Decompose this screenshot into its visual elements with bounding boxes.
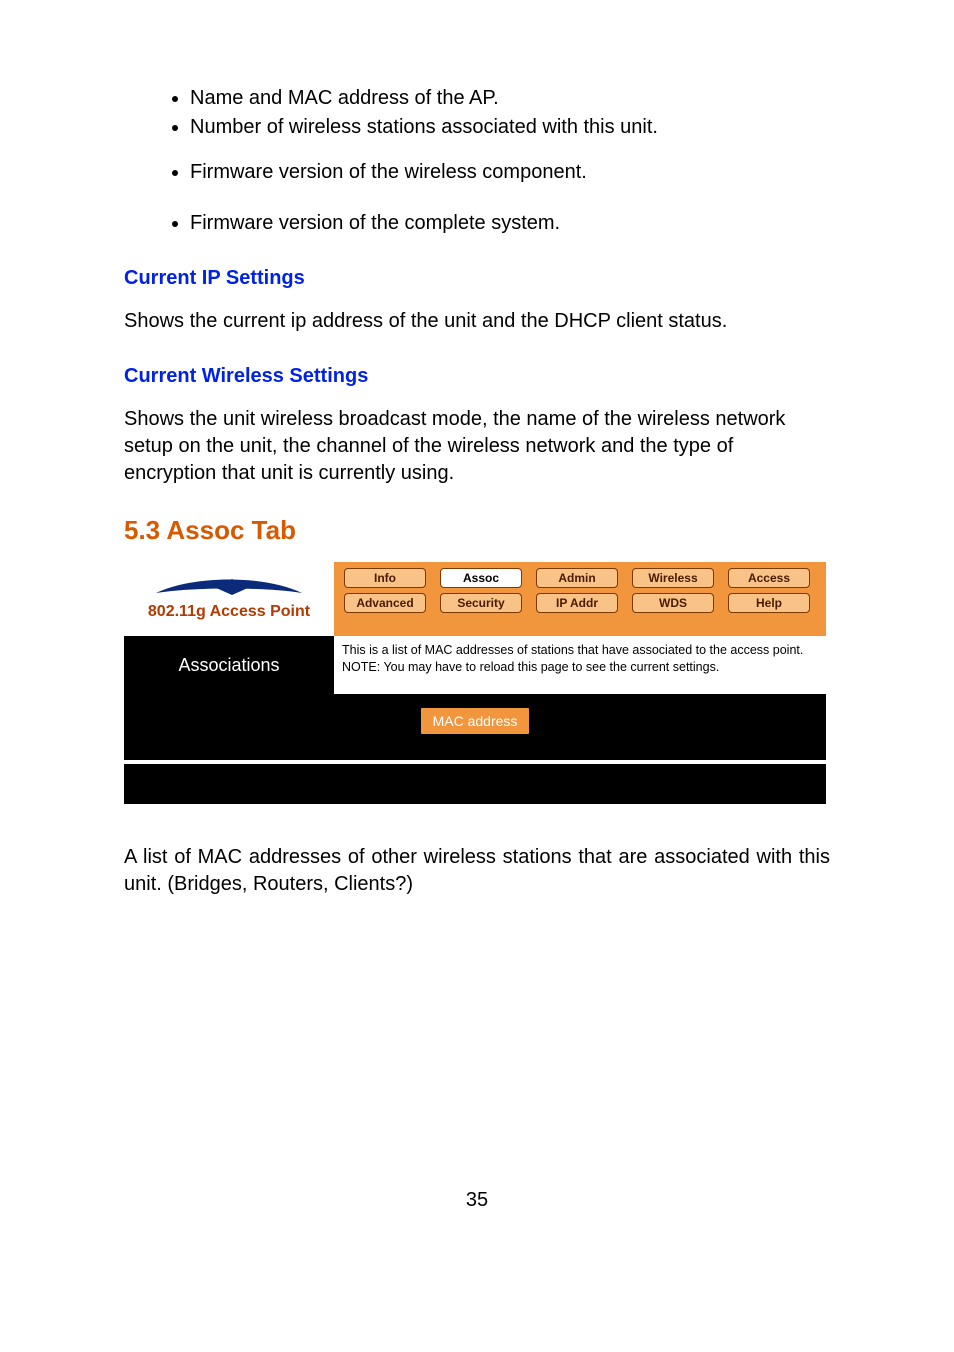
- bullet-item: Firmware version of the wireless compone…: [190, 159, 830, 186]
- paragraph-below-figure: A list of MAC addresses of other wireles…: [124, 844, 830, 898]
- bullet-item: Name and MAC address of the AP.: [190, 85, 830, 112]
- bullet-item: Number of wireless stations associated w…: [190, 114, 830, 141]
- router-gap: [124, 748, 826, 760]
- tab-access[interactable]: Access: [728, 568, 810, 588]
- heading-current-wireless: Current Wireless Settings: [124, 365, 830, 388]
- mac-address-header: MAC address: [421, 708, 530, 734]
- tab-row-2: Advanced Security IP Addr WDS Help: [344, 593, 816, 613]
- bullet-list-1: Name and MAC address of the AP. Number o…: [124, 85, 830, 141]
- tab-info[interactable]: Info: [344, 568, 426, 588]
- tab-ipaddr[interactable]: IP Addr: [536, 593, 618, 613]
- router-tabs-area: Info Assoc Admin Wireless Access Advance…: [334, 562, 826, 636]
- bullet-item: Firmware version of the complete system.: [190, 210, 830, 237]
- router-brand-area: 802.11g Access Point: [124, 562, 334, 636]
- router-side-title: Associations: [124, 636, 334, 694]
- paragraph-wireless: Shows the unit wireless broadcast mode, …: [124, 406, 830, 487]
- bullet-list-3: Firmware version of the complete system.: [124, 210, 830, 237]
- tab-row-1: Info Assoc Admin Wireless Access: [344, 568, 816, 588]
- tab-admin[interactable]: Admin: [536, 568, 618, 588]
- router-ui-figure: 802.11g Access Point Info Assoc Admin Wi…: [124, 562, 826, 804]
- tab-security[interactable]: Security: [440, 593, 522, 613]
- router-header: 802.11g Access Point Info Assoc Admin Wi…: [124, 562, 826, 636]
- router-footer-bar: [124, 764, 826, 804]
- router-mid-row: Associations This is a list of MAC addre…: [124, 636, 826, 694]
- paragraph-ip: Shows the current ip address of the unit…: [124, 308, 830, 335]
- bullet-list-2: Firmware version of the wireless compone…: [124, 159, 830, 186]
- router-description: This is a list of MAC addresses of stati…: [334, 636, 826, 694]
- tab-wireless[interactable]: Wireless: [632, 568, 714, 588]
- page-number: 35: [0, 1189, 954, 1212]
- tab-help[interactable]: Help: [728, 593, 810, 613]
- brand-swoosh-icon: [154, 577, 304, 601]
- heading-current-ip: Current IP Settings: [124, 267, 830, 290]
- tab-wds[interactable]: WDS: [632, 593, 714, 613]
- brand-text: 802.11g Access Point: [148, 603, 310, 621]
- router-mac-header-row: MAC address: [124, 694, 826, 748]
- section-heading-assoc-tab: 5.3 Assoc Tab: [124, 515, 830, 546]
- tab-advanced[interactable]: Advanced: [344, 593, 426, 613]
- tab-assoc[interactable]: Assoc: [440, 568, 522, 588]
